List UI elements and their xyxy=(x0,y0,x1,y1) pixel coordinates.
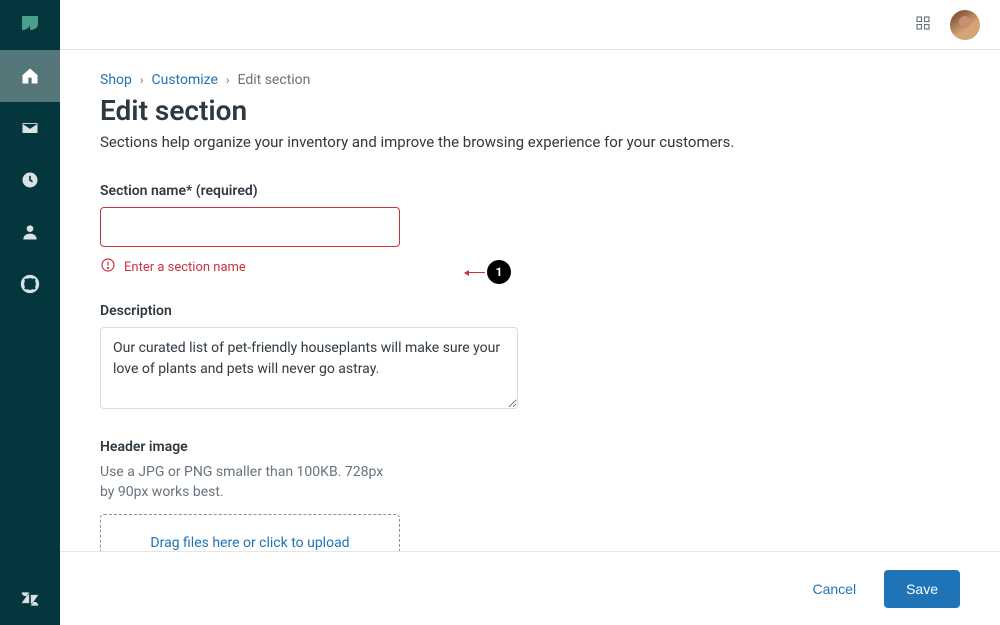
callout-1: 1 xyxy=(465,260,511,284)
sidebar-item-user[interactable] xyxy=(0,206,60,258)
breadcrumb-current: Edit section xyxy=(238,72,311,88)
breadcrumb-shop[interactable]: Shop xyxy=(100,72,132,88)
sidebar-item-help[interactable] xyxy=(0,258,60,310)
section-name-label: Section name* (required) xyxy=(100,183,960,199)
section-name-input[interactable] xyxy=(100,207,400,247)
description-input[interactable]: Our curated list of pet-friendly housepl… xyxy=(100,327,518,409)
sidebar-item-clock[interactable] xyxy=(0,154,60,206)
chevron-right-icon: › xyxy=(226,73,230,87)
callout-badge: 1 xyxy=(487,260,511,284)
sidebar-item-zendesk[interactable] xyxy=(0,573,60,625)
breadcrumb-customize[interactable]: Customize xyxy=(151,72,217,88)
save-button[interactable]: Save xyxy=(884,570,960,608)
topbar xyxy=(60,0,1000,50)
cancel-button[interactable]: Cancel xyxy=(812,581,856,597)
header-image-label: Header image xyxy=(100,439,960,455)
sidebar-item-mail[interactable] xyxy=(0,102,60,154)
footer: Cancel Save xyxy=(60,551,1000,625)
callout-arrow-icon xyxy=(465,272,485,273)
header-image-dropzone[interactable]: Drag files here or click to upload xyxy=(100,514,400,551)
page-title: Edit section xyxy=(100,94,960,127)
apps-icon[interactable] xyxy=(914,14,932,36)
description-label: Description xyxy=(100,303,960,319)
header-image-hint: Use a JPG or PNG smaller than 100KB. 728… xyxy=(100,463,400,502)
sidebar xyxy=(0,0,60,625)
alert-icon xyxy=(100,257,116,277)
sidebar-item-home[interactable] xyxy=(0,50,60,102)
avatar[interactable] xyxy=(950,10,980,40)
page-subtitle: Sections help organize your inventory an… xyxy=(100,133,960,151)
chevron-right-icon: › xyxy=(140,73,144,87)
logo[interactable] xyxy=(0,0,60,50)
breadcrumb: Shop › Customize › Edit section xyxy=(100,72,960,88)
section-name-error: Enter a section name xyxy=(124,260,246,275)
